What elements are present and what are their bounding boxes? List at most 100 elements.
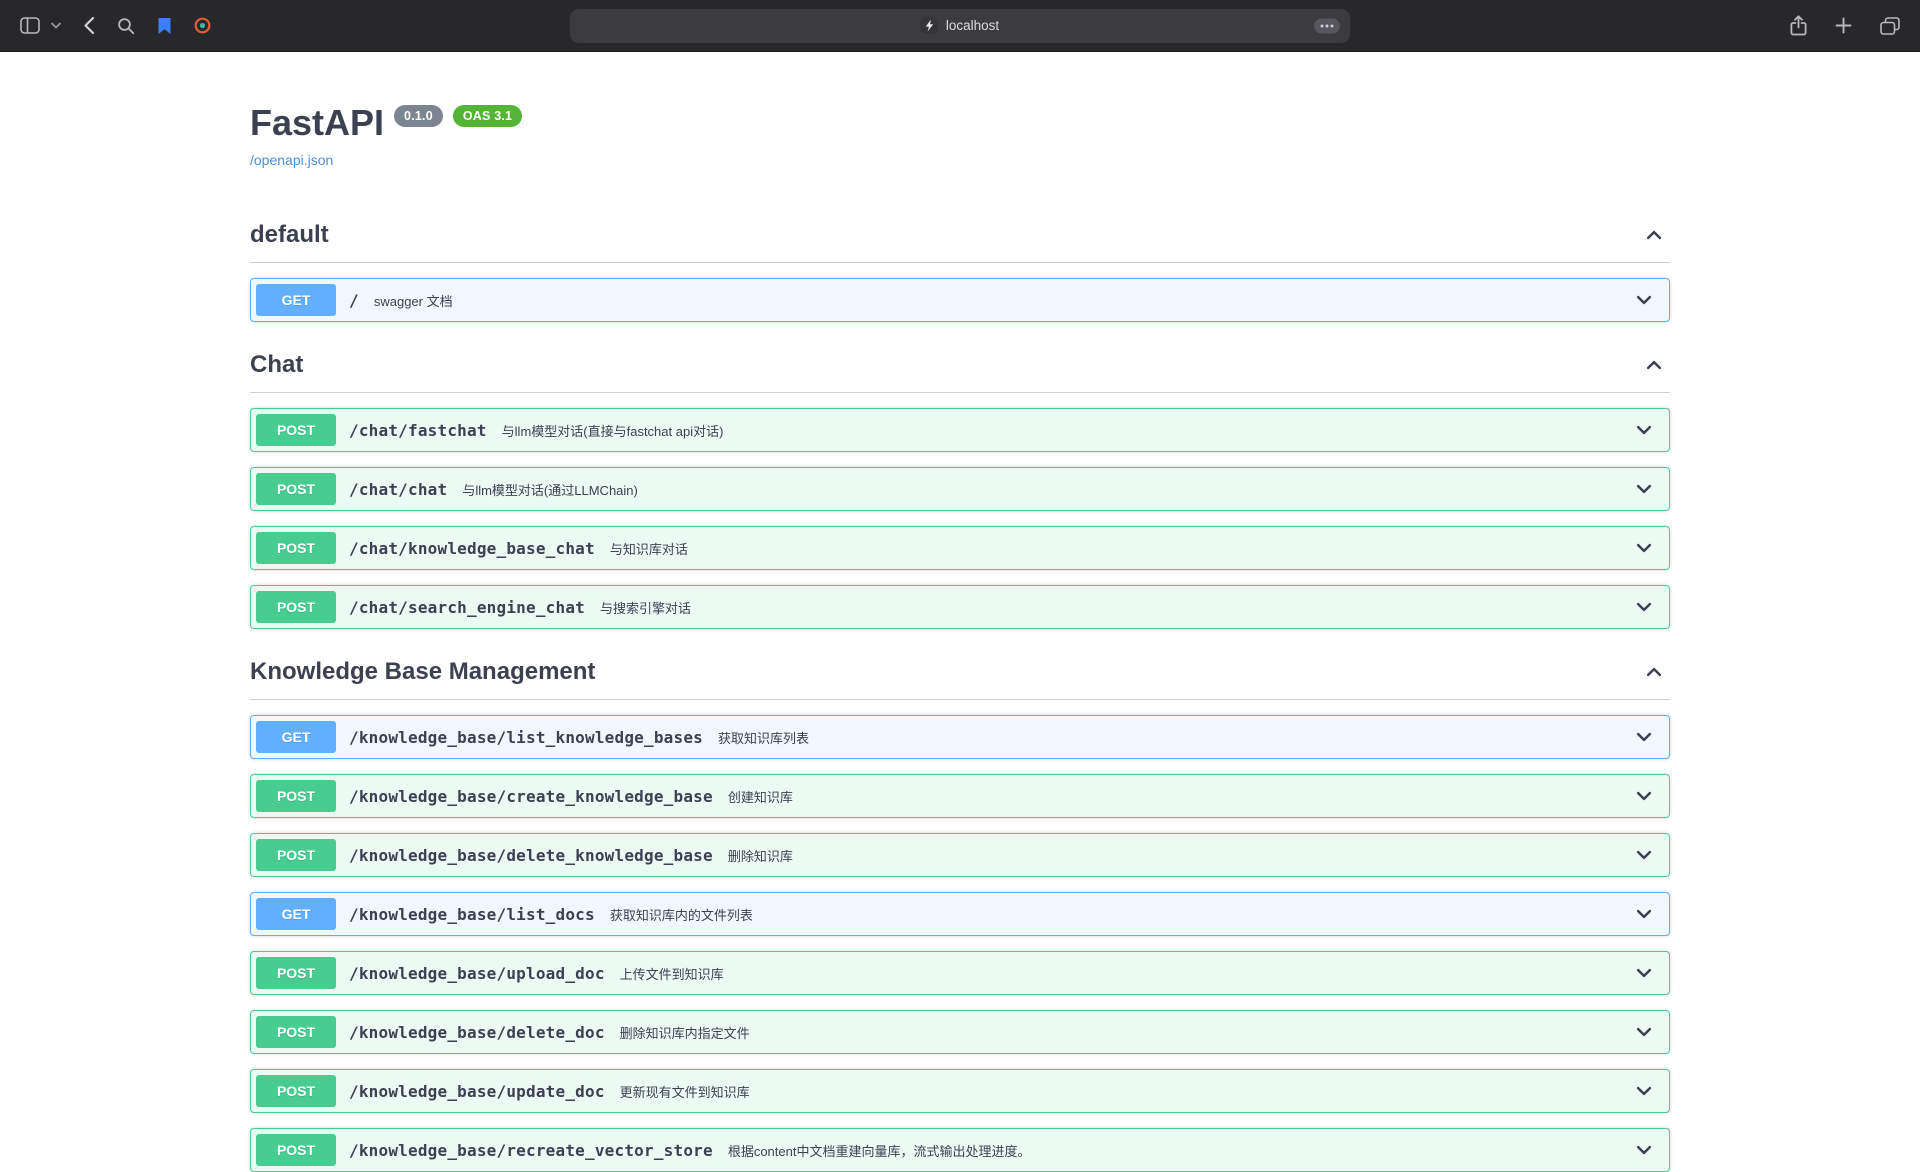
- record-extension-button[interactable]: [192, 15, 213, 36]
- chevron-down-icon[interactable]: [1634, 1022, 1654, 1042]
- chevron-down-icon[interactable]: [1634, 727, 1654, 747]
- operation-path: /knowledge_base/delete_knowledge_base: [349, 846, 713, 865]
- browser-toolbar: localhost: [0, 0, 1920, 52]
- share-icon: [1790, 15, 1807, 36]
- section-title: Knowledge Base Management: [250, 658, 595, 686]
- chevron-down-icon[interactable]: [1634, 963, 1654, 983]
- operation-path: /: [349, 291, 359, 310]
- record-extension-icon: [194, 17, 211, 34]
- site-favicon-icon: [921, 17, 938, 34]
- method-badge: GET: [256, 898, 336, 930]
- operation-description: 根据content中文档重建向量库，流式输出处理进度。: [728, 1141, 1634, 1160]
- operations-list: POST/chat/fastchat 与llm模型对话(直接与fastchat a…: [250, 408, 1670, 629]
- operation-row[interactable]: POST/knowledge_base/delete_doc删除知识库内指定文件: [250, 1010, 1670, 1054]
- toolbar-right-group: [1788, 13, 1902, 38]
- chevron-up-icon: [1644, 662, 1664, 682]
- operation-description: swagger 文档: [374, 291, 1634, 310]
- sidebar-icon: [20, 17, 40, 34]
- tab-overview-button[interactable]: [1878, 15, 1902, 37]
- api-sections: default GET / swagger 文档 Chat POST/chat/fastc…: [250, 208, 1670, 1172]
- page-title: FastAPI0.1.0OAS 3.1: [250, 102, 1670, 144]
- operation-description: 与llm模型对话(通过LLMChain): [462, 480, 1634, 499]
- method-badge: POST: [256, 780, 336, 812]
- chevron-up-icon: [1644, 355, 1664, 375]
- operation-path: /knowledge_base/recreate_vector_store: [349, 1141, 713, 1160]
- section-header[interactable]: default: [250, 208, 1670, 263]
- oas-badge: OAS 3.1: [453, 105, 522, 127]
- method-badge: GET: [256, 284, 336, 316]
- operation-path: /knowledge_base/delete_doc: [349, 1023, 605, 1042]
- operation-description: 删除知识库: [728, 846, 1634, 865]
- operation-description: 获取知识库内的文件列表: [610, 905, 1634, 924]
- chevron-down-icon[interactable]: [1634, 538, 1654, 558]
- search-icon: [117, 17, 135, 35]
- section-collapse-button[interactable]: [1638, 658, 1670, 686]
- new-tab-button[interactable]: [1833, 15, 1854, 36]
- tab-overview-icon: [1880, 17, 1900, 35]
- operation-row[interactable]: POST/knowledge_base/delete_knowledge_bas…: [250, 833, 1670, 877]
- operation-row[interactable]: GET / swagger 文档: [250, 278, 1670, 322]
- operation-row[interactable]: POST/knowledge_base/upload_doc上传文件到知识库: [250, 951, 1670, 995]
- api-info: FastAPI0.1.0OAS 3.1 /openapi.json: [250, 102, 1670, 170]
- address-bar[interactable]: localhost: [570, 9, 1350, 43]
- operation-path: /knowledge_base/update_doc: [349, 1082, 605, 1101]
- method-badge: GET: [256, 721, 336, 753]
- section-collapse-button[interactable]: [1638, 221, 1670, 249]
- operation-path: /knowledge_base/list_docs: [349, 905, 595, 924]
- toolbar-left-group: [18, 14, 213, 37]
- chevron-down-icon[interactable]: [1634, 1140, 1654, 1160]
- operation-path: /knowledge_base/upload_doc: [349, 964, 605, 983]
- chevron-down-icon: [51, 22, 61, 29]
- back-button[interactable]: [81, 14, 97, 37]
- chevron-down-icon[interactable]: [1634, 786, 1654, 806]
- operation-description: 与知识库对话: [610, 539, 1634, 558]
- method-badge: POST: [256, 532, 336, 564]
- section-title: Chat: [250, 351, 303, 379]
- method-badge: POST: [256, 1134, 336, 1166]
- operation-description: 创建知识库: [728, 787, 1634, 806]
- operation-description: 与llm模型对话(直接与fastchat api对话): [502, 421, 1634, 440]
- operation-row[interactable]: GET/knowledge_base/list_docs 获取知识库内的文件列表: [250, 892, 1670, 936]
- bookmark-extension-button[interactable]: [155, 15, 174, 37]
- operation-path: /chat/chat: [349, 480, 447, 499]
- operation-path: /knowledge_base/list_knowledge_bases: [349, 728, 703, 747]
- chevron-down-icon[interactable]: [1634, 597, 1654, 617]
- operation-path: /knowledge_base/create_knowledge_base: [349, 787, 713, 806]
- sidebar-toggle-button[interactable]: [18, 15, 42, 36]
- chevron-down-icon[interactable]: [1634, 420, 1654, 440]
- section-header[interactable]: Chat: [250, 338, 1670, 393]
- url-text: localhost: [946, 18, 999, 33]
- operations-list: GET / swagger 文档: [250, 278, 1670, 322]
- chevron-down-icon[interactable]: [1634, 479, 1654, 499]
- share-button[interactable]: [1788, 13, 1809, 38]
- operation-description: 更新现有文件到知识库: [620, 1082, 1634, 1101]
- sidebar-chevron-button[interactable]: [49, 20, 63, 31]
- operation-row[interactable]: POST/chat/search_engine_chat与搜索引擎对话: [250, 585, 1670, 629]
- chevron-down-icon[interactable]: [1634, 845, 1654, 865]
- operation-row[interactable]: POST/knowledge_base/update_doc更新现有文件到知识库: [250, 1069, 1670, 1113]
- operation-row[interactable]: GET/knowledge_base/list_knowledge_bases获…: [250, 715, 1670, 759]
- method-badge: POST: [256, 1016, 336, 1048]
- operation-description: 与搜索引擎对话: [600, 598, 1634, 617]
- chevron-up-icon: [1644, 225, 1664, 245]
- section-title: default: [250, 221, 329, 249]
- search-button[interactable]: [115, 15, 137, 37]
- chevron-down-icon[interactable]: [1634, 290, 1654, 310]
- method-badge: POST: [256, 591, 336, 623]
- method-badge: POST: [256, 473, 336, 505]
- api-section: default GET / swagger 文档: [250, 208, 1670, 322]
- operation-row[interactable]: POST/chat/knowledge_base_chat与知识库对话: [250, 526, 1670, 570]
- operation-description: 上传文件到知识库: [620, 964, 1634, 983]
- ellipsis-menu-icon[interactable]: [1314, 18, 1340, 33]
- openapi-spec-link[interactable]: /openapi.json: [250, 152, 333, 168]
- chevron-down-icon[interactable]: [1634, 904, 1654, 924]
- back-icon: [83, 16, 95, 35]
- chevron-down-icon[interactable]: [1634, 1081, 1654, 1101]
- operation-path: /chat/fastchat: [349, 421, 487, 440]
- operation-row[interactable]: POST/chat/fastchat与llm模型对话(直接与fastchat a…: [250, 408, 1670, 452]
- section-header[interactable]: Knowledge Base Management: [250, 645, 1670, 700]
- operation-row[interactable]: POST/knowledge_base/create_knowledge_bas…: [250, 774, 1670, 818]
- operation-row[interactable]: POST/knowledge_base/recreate_vector_stor…: [250, 1128, 1670, 1172]
- operation-row[interactable]: POST/chat/chat 与llm模型对话(通过LLMChain): [250, 467, 1670, 511]
- section-collapse-button[interactable]: [1638, 351, 1670, 379]
